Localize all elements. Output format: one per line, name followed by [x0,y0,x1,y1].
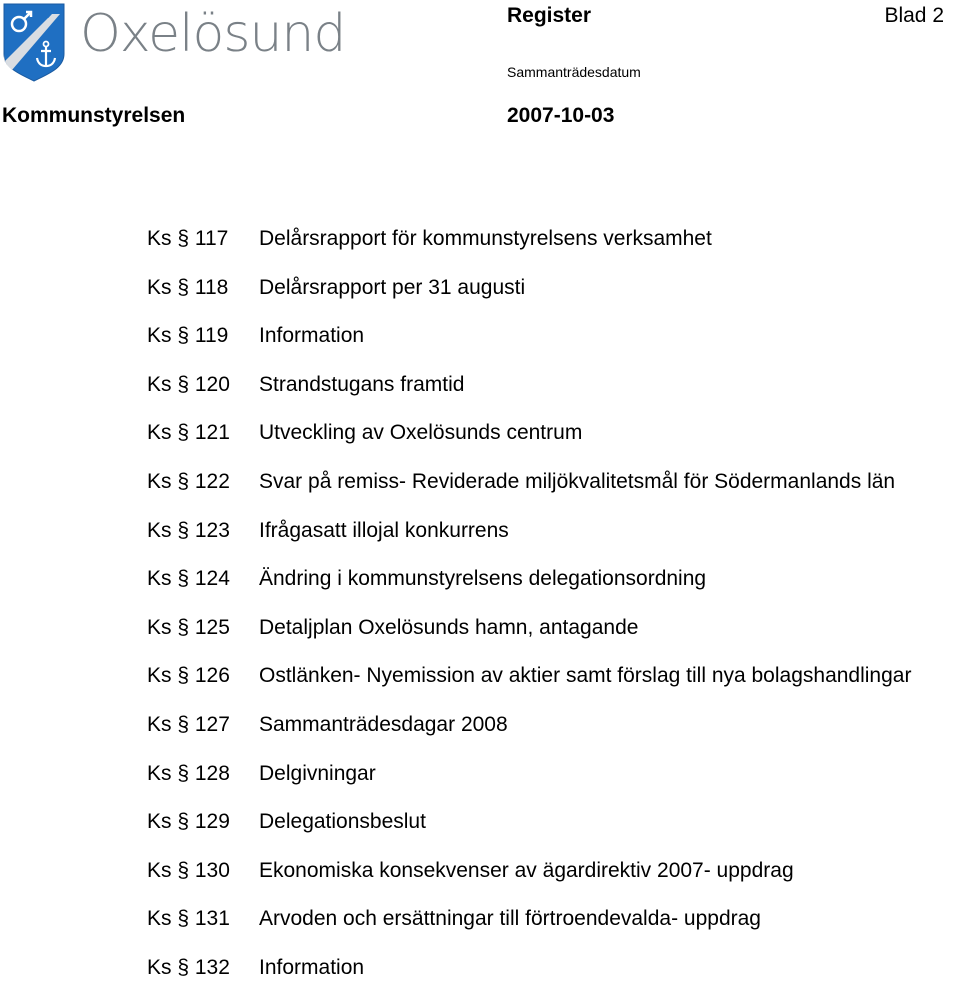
paragraph-ref: Ks § 126 [147,664,230,688]
paragraph-ref: Ks § 131 [147,907,230,931]
item-title: Utveckling av Oxelösunds centrum [259,421,583,445]
paragraph-ref: Ks § 129 [147,810,230,834]
register-item: Ks § 124 Ändring i kommunstyrelsens deleg… [147,566,911,615]
paragraph-ref: Ks § 130 [147,858,230,882]
register-item: Ks § 122 Svar på remiss- Reviderade miljö… [147,469,911,518]
register-item: Ks § 123 Ifrågasatt illojal konkurrens [147,518,911,567]
page-number: Blad 2 [884,4,944,27]
register-list: Ks § 117 Delårsrapport för kommunstyrelse… [147,226,911,1004]
item-title: Ekonomiska konsekvenser av ägardirektiv … [259,858,794,882]
register-item: Ks § 119 Information [147,323,911,372]
paragraph-ref: Ks § 120 [147,372,230,396]
oxelosund-logo: Oxelösund [0,2,346,82]
register-item: Ks § 125 Detaljplan Oxelösunds hamn, anta… [147,615,911,664]
paragraph-ref: Ks § 119 [147,324,229,348]
document-type: Register [507,4,592,27]
meeting-date-label: Sammanträdesdatum [507,64,641,80]
register-item: Ks § 121 Utveckling av Oxelösunds centrum [147,420,911,469]
register-item: Ks § 120 Strandstugans framtid [147,372,911,421]
item-title: Svar på remiss- Reviderade miljökvalitet… [259,469,896,493]
item-title: Delgivningar [259,761,376,785]
item-title: Ostlänken- Nyemission av aktier samt för… [259,664,912,688]
paragraph-ref: Ks § 128 [147,761,230,785]
item-title: Sammanträdesdagar 2008 [259,712,508,736]
paragraph-ref: Ks § 125 [147,615,230,639]
item-title: Information [259,324,365,348]
register-item: Ks § 128 Delgivningar [147,761,911,810]
paragraph-ref: Ks § 117 [147,227,229,250]
register-item: Ks § 118 Delårsrapport per 31 augusti [147,275,911,324]
register-item: Ks § 117 Delårsrapport för kommunstyrelse… [147,226,911,275]
item-title: Delårsrapport per 31 augusti [259,275,526,299]
item-title: Delegationsbeslut [259,810,426,834]
paragraph-ref: Ks § 132 [147,955,230,979]
paragraph-ref: Ks § 122 [147,469,230,493]
item-title: Information [259,955,365,979]
item-title: Ifrågasatt illojal konkurrens [259,518,509,542]
register-item: Ks § 131 Arvoden och ersättningar till fö… [147,906,911,955]
item-title: Strandstugans framtid [259,372,465,396]
register-item: Ks § 126 Ostlänken- Nyemission av aktier … [147,663,911,712]
item-title: Delårsrapport för kommunstyrelsens verks… [259,227,712,250]
paragraph-ref: Ks § 121 [147,421,230,445]
meeting-date: 2007-10-03 [507,104,615,127]
paragraph-ref: Ks § 118 [147,275,229,299]
item-title: Ändring i kommunstyrelsens delegationsor… [259,567,707,591]
organization-name: Kommunstyrelsen [2,104,186,127]
paragraph-ref: Ks § 124 [147,567,230,591]
register-item: Ks § 130 Ekonomiska konsekvenser av ägard… [147,858,911,907]
register-item: Ks § 129 Delegationsbeslut [147,809,911,858]
item-title: Arvoden och ersättningar till förtroende… [259,907,761,931]
coat-of-arms-icon [3,3,65,82]
paragraph-ref: Ks § 127 [147,712,230,736]
logo-wordmark: Oxelösund [80,4,346,64]
register-item: Ks § 132 Information [147,955,911,1004]
register-item: Ks § 127 Sammanträdesdagar 2008 [147,712,911,761]
item-title: Detaljplan Oxelösunds hamn, antagande [259,615,639,639]
paragraph-ref: Ks § 123 [147,518,230,542]
